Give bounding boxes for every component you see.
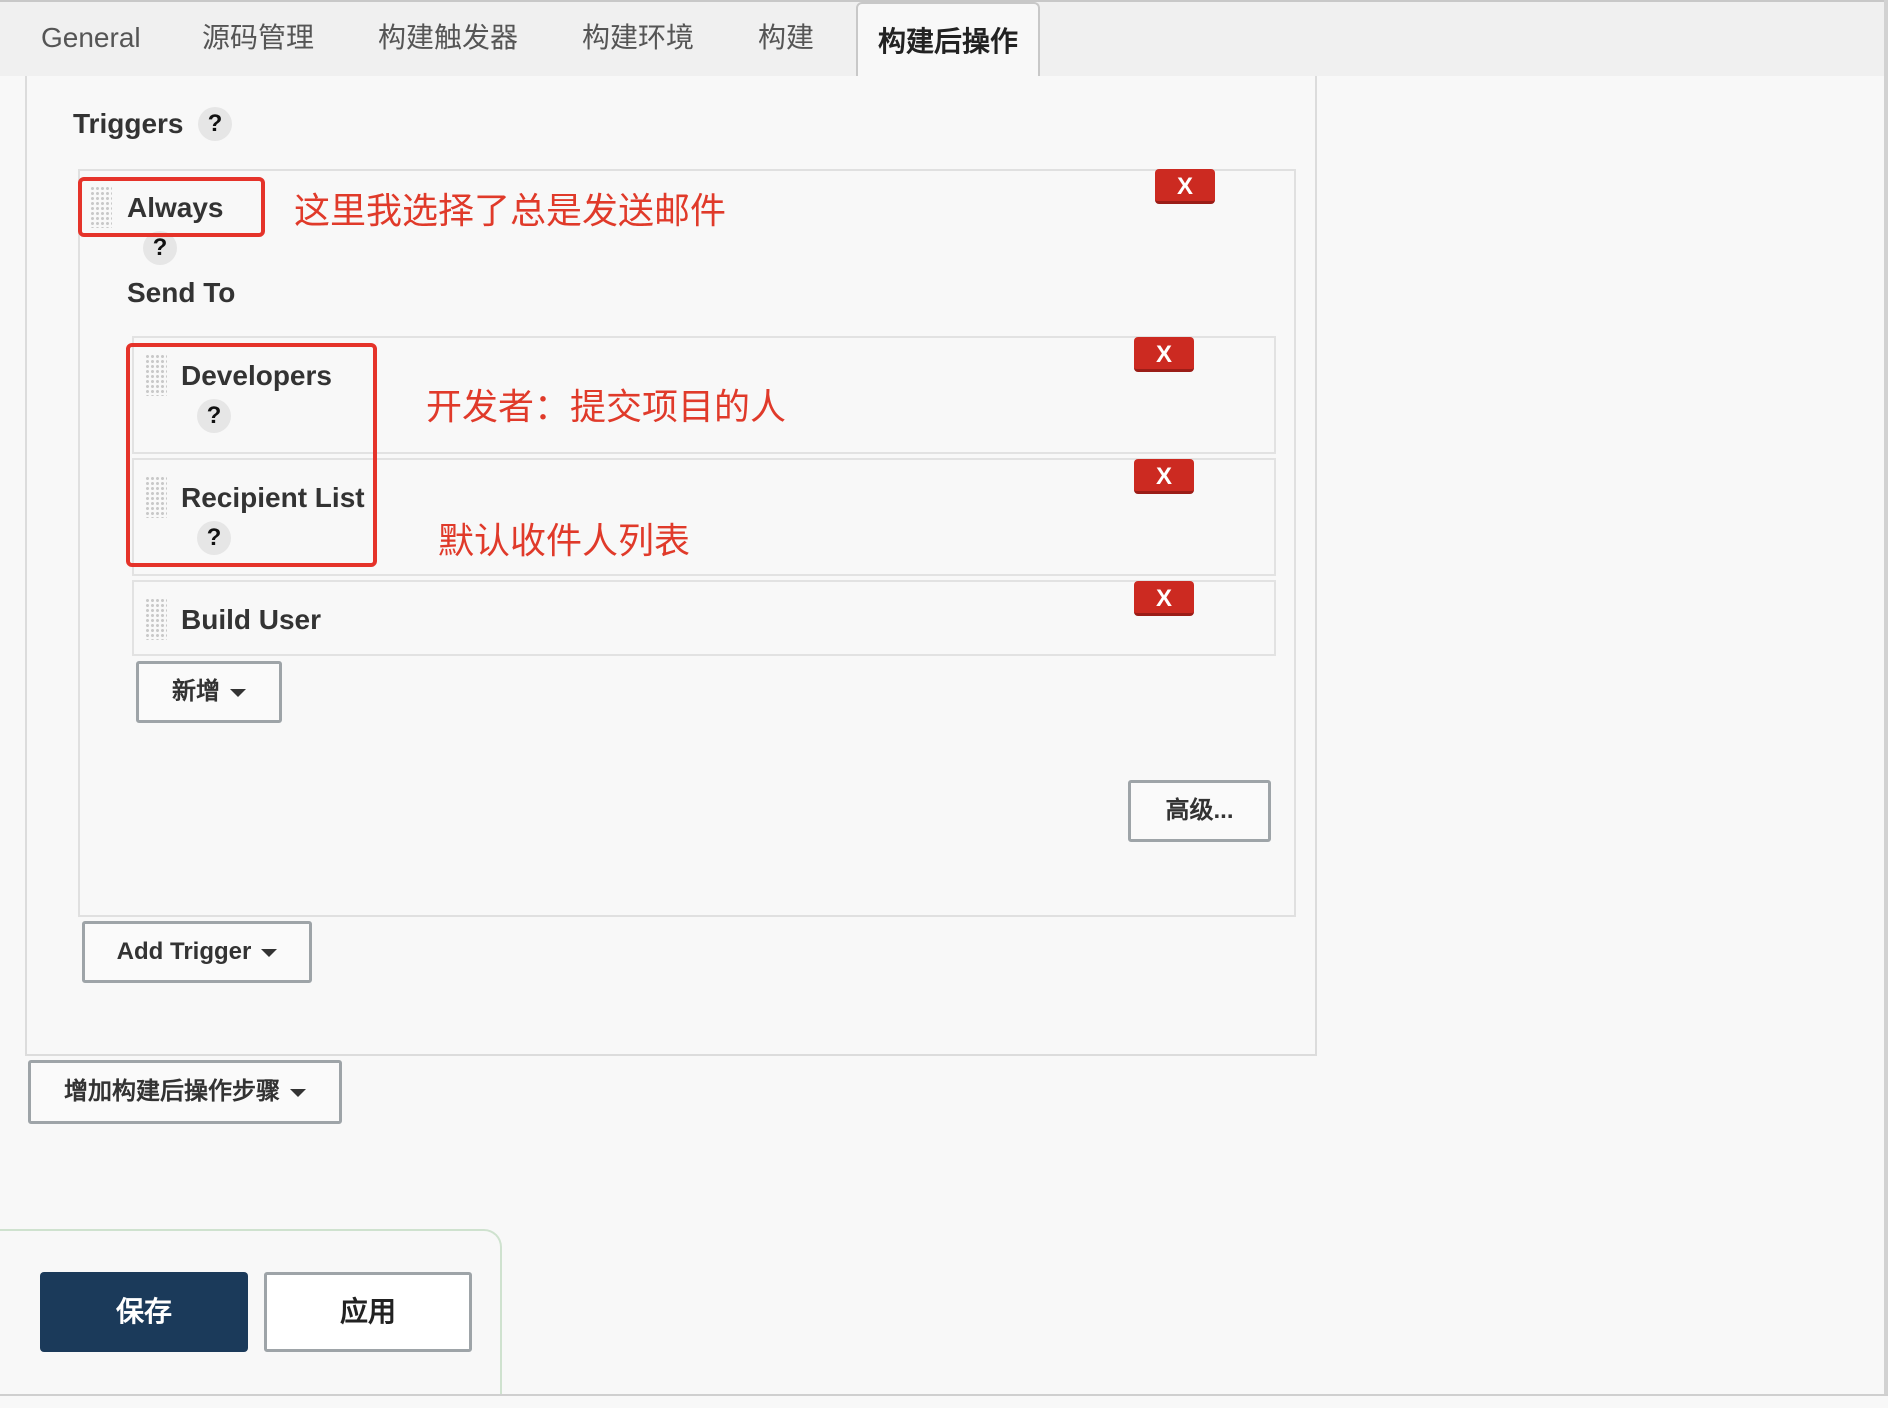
tab-scm[interactable]: 源码管理 [202,0,314,76]
caret-down-icon [261,948,278,957]
window-right-edge [1884,0,1888,1408]
triggers-title: Triggers [73,108,184,139]
window-bottom-edge [0,1394,1888,1408]
drag-handle-icon[interactable] [145,598,167,640]
annotation-box-always [78,177,265,237]
tab-build-environment[interactable]: 构建环境 [582,0,694,76]
delete-recipient-list-button[interactable]: X [1134,459,1194,494]
advanced-button[interactable]: 高级... [1128,780,1271,842]
annotation-box-recipients [126,343,377,567]
add-recipient-label: 新增 [172,678,220,705]
tab-general[interactable]: General [41,0,141,76]
caret-down-icon [290,1088,306,1097]
annotation-recipient-list: 默认收件人列表 [438,520,691,561]
recipient-build-user-label: Build User [181,604,322,635]
tab-post-build-actions[interactable]: 构建后操作 [856,2,1040,76]
add-post-build-step-button[interactable]: 增加构建后操作步骤 [28,1060,342,1124]
send-to-label: Send To [127,277,236,308]
delete-trigger-button[interactable]: X [1155,169,1215,204]
add-trigger-button[interactable]: Add Trigger [82,921,312,983]
add-recipient-button[interactable]: 新增 [136,661,282,723]
caret-down-icon [230,688,246,697]
annotation-developers: 开发者：提交项目的人 [426,386,787,427]
delete-build-user-button[interactable]: X [1134,581,1194,616]
apply-button[interactable]: 应用 [264,1272,472,1352]
tab-build[interactable]: 构建 [758,0,814,76]
add-trigger-label: Add Trigger [116,938,252,965]
save-button[interactable]: 保存 [40,1272,248,1352]
tab-build-triggers[interactable]: 构建触发器 [378,0,518,76]
triggers-help-icon[interactable]: ? [198,107,232,141]
add-post-build-step-label: 增加构建后操作步骤 [64,1078,280,1105]
delete-developers-button[interactable]: X [1134,337,1194,372]
annotation-always: 这里我选择了总是发送邮件 [294,190,727,231]
